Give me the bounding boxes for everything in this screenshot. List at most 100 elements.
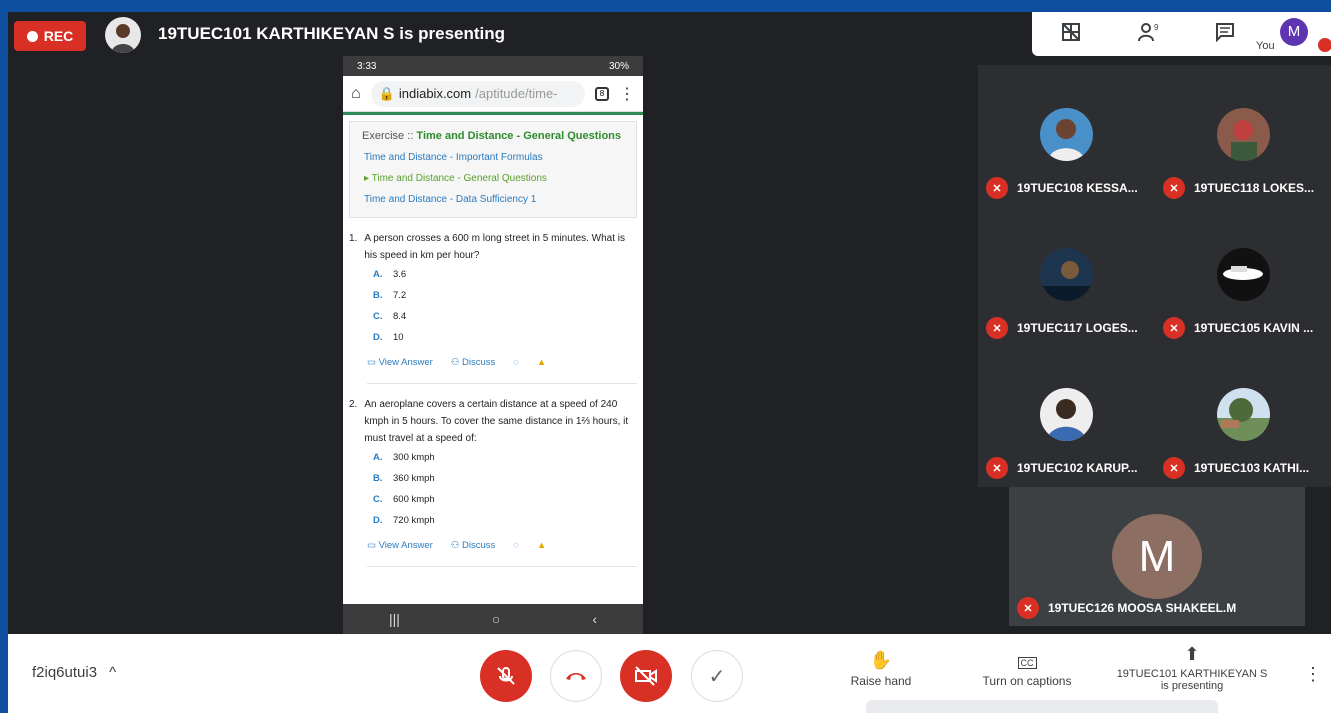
presenting-button[interactable]: ⬆ 19TUEC101 KARTHIKEYAN S is presenting [1106,644,1278,692]
hang-up-icon [566,673,586,680]
exercise-link: Time and Distance - Data Sufficiency 1 [364,194,537,205]
participant-name: 19TUEC117 LOGES... [1017,321,1138,335]
participant-avatar [1040,388,1093,441]
self-tile[interactable]: M ✕ 19TUEC126 MOOSA SHAKEEL.M [1009,487,1305,626]
participant-tile[interactable]: ✕ 19TUEC103 KATHI... [1155,345,1331,485]
participant-avatar [1217,388,1270,441]
browser-menu-icon: ⋮ [619,85,635,103]
meeting-code: f2iq6utui3 [32,664,98,681]
discuss-link: ⚇ Discuss [450,357,496,368]
exercise-link-active-label: Time and Distance - General Questions [371,173,547,184]
participant-grid: ✕ 19TUEC108 KESSA... ✕ 19TUEC118 LOKES... … [978,65,1331,487]
present-screen-icon: ⬆ [1184,644,1200,664]
camera-toggle-button[interactable] [620,650,672,702]
question-1: 1. A person crosses a 600 m long street i… [343,218,643,384]
tabs-count-icon: 8 [595,86,609,101]
participant-name: 19TUEC105 KAVIN ... [1194,321,1314,335]
phone-battery: 30% [608,60,629,72]
meet-window: REC 19TUEC101 KARTHIKEYAN S is presentin… [8,12,1331,713]
raise-hand-label: Raise hand [850,674,912,688]
camera-off-icon [635,666,657,686]
option: C. 600 kmph [373,494,435,505]
raise-hand-button[interactable]: ✋ Raise hand [843,650,919,688]
report-icon: ▲ [536,357,547,368]
participant-tile[interactable]: ✕ 19TUEC118 LOKES... [1155,65,1331,205]
chevron-up-icon: ^ [109,664,117,681]
home-icon: ⌂ [351,84,361,102]
url-path: /aptitude/time- [475,86,558,101]
option: C. 8.4 [373,311,407,322]
mic-off-icon: ✕ [1163,177,1185,199]
participant-avatar [1217,108,1270,161]
mic-off-icon [497,667,515,685]
option: D. 10 [373,332,404,343]
check-button[interactable]: ✓ [691,650,743,702]
url-domain: indiabix.com [398,86,472,101]
exercise-title: Time and Distance - General Questions [416,130,622,142]
participant-tile[interactable]: ✕ 19TUEC108 KESSA... [978,65,1154,205]
question-footer: ▭ View Answer ⚇ Discuss ◌ ▲ [367,537,637,567]
phone-nav-bar: ||| ○ ‹ [343,604,643,634]
layout-icon[interactable] [1058,22,1084,46]
exercise-prefix: Exercise :: [362,130,414,142]
presenter-avatar [105,17,141,53]
workspace-icon: ◌ [513,357,519,368]
captions-label: Turn on captions [982,674,1072,688]
captions-icon: CC [970,650,1084,674]
shared-screen: 3:33 30% ⌂ 🔒 indiabix.com/aptitude/time-… [343,56,643,634]
participant-avatar [1040,108,1093,161]
mic-off-icon: ✕ [1163,317,1185,339]
participant-name: 19TUEC108 KESSA... [1017,181,1138,195]
hand-icon: ✋ [869,650,893,670]
bottom-bar: f2iq6utui3 ^ ✓ ✋ Raise hand CC Turn on c… [8,634,1331,713]
question-footer: ▭ View Answer ⚇ Discuss ◌ ▲ [367,354,637,384]
chat-icon[interactable] [1212,22,1238,46]
phone-status-bar: 3:33 30% [343,56,643,76]
back-icon: ‹ [592,611,597,627]
meeting-details-button[interactable]: f2iq6utui3 ^ [32,664,116,681]
discuss-link: ⚇ Discuss [450,540,496,551]
recents-icon: ||| [388,611,400,627]
lock-icon: 🔒 [378,85,395,101]
mic-off-icon: ✕ [986,457,1008,479]
svg-text:9: 9 [1154,23,1159,32]
question-number: 1. [349,233,358,244]
rec-label: REC [43,28,74,44]
captions-button[interactable]: CC Turn on captions [970,650,1084,688]
record-dot-icon [26,30,38,42]
recording-badge: REC [14,21,86,51]
question-number: 2. [349,399,358,410]
option: B. 7.2 [373,290,407,301]
participant-tile[interactable]: ✕ 19TUEC105 KAVIN ... [1155,205,1331,345]
phone-time: 3:33 [357,60,377,72]
top-right-toolbar: 9 You M [1032,12,1331,56]
check-icon: ✓ [708,665,726,688]
you-label: You [1256,40,1275,52]
leave-call-button[interactable] [550,650,602,702]
participant-tile[interactable]: ✕ 19TUEC117 LOGES... [978,205,1154,345]
report-icon: ▲ [536,540,547,551]
participant-name: 19TUEC118 LOKES... [1194,181,1315,195]
option: A. 3.6 [373,269,407,280]
exercise-link: Time and Distance - Important Formulas [364,152,543,163]
mic-off-icon [1318,38,1331,52]
people-icon[interactable]: 9 [1136,22,1162,46]
presenter-title: 19TUEC101 KARTHIKEYAN S is presenting [158,24,506,43]
workspace-icon: ◌ [513,540,519,551]
question-text: An aeroplane covers a certain distance a… [364,399,629,444]
option: A. 300 kmph [373,452,435,463]
more-options-icon[interactable]: ⋮ [1304,664,1322,685]
mic-off-icon: ✕ [986,177,1008,199]
participant-avatar [1217,248,1270,301]
page-progress-line [343,112,643,115]
participant-tile[interactable]: ✕ 19TUEC102 KARUP... [978,345,1154,485]
mic-toggle-button[interactable] [480,650,532,702]
my-avatar[interactable]: M [1280,18,1308,46]
exercise-link-active: ▸ Time and Distance - General Questions [364,173,547,184]
question-text: A person crosses a 600 m long street in … [364,233,626,261]
mic-off-icon: ✕ [1017,597,1039,619]
home-button-icon: ○ [491,611,501,627]
exercise-heading: Exercise :: Time and Distance - General … [362,130,624,142]
browser-url-bar: ⌂ 🔒 indiabix.com/aptitude/time- 8 ⋮ [343,76,643,112]
option: D. 720 kmph [373,515,435,526]
